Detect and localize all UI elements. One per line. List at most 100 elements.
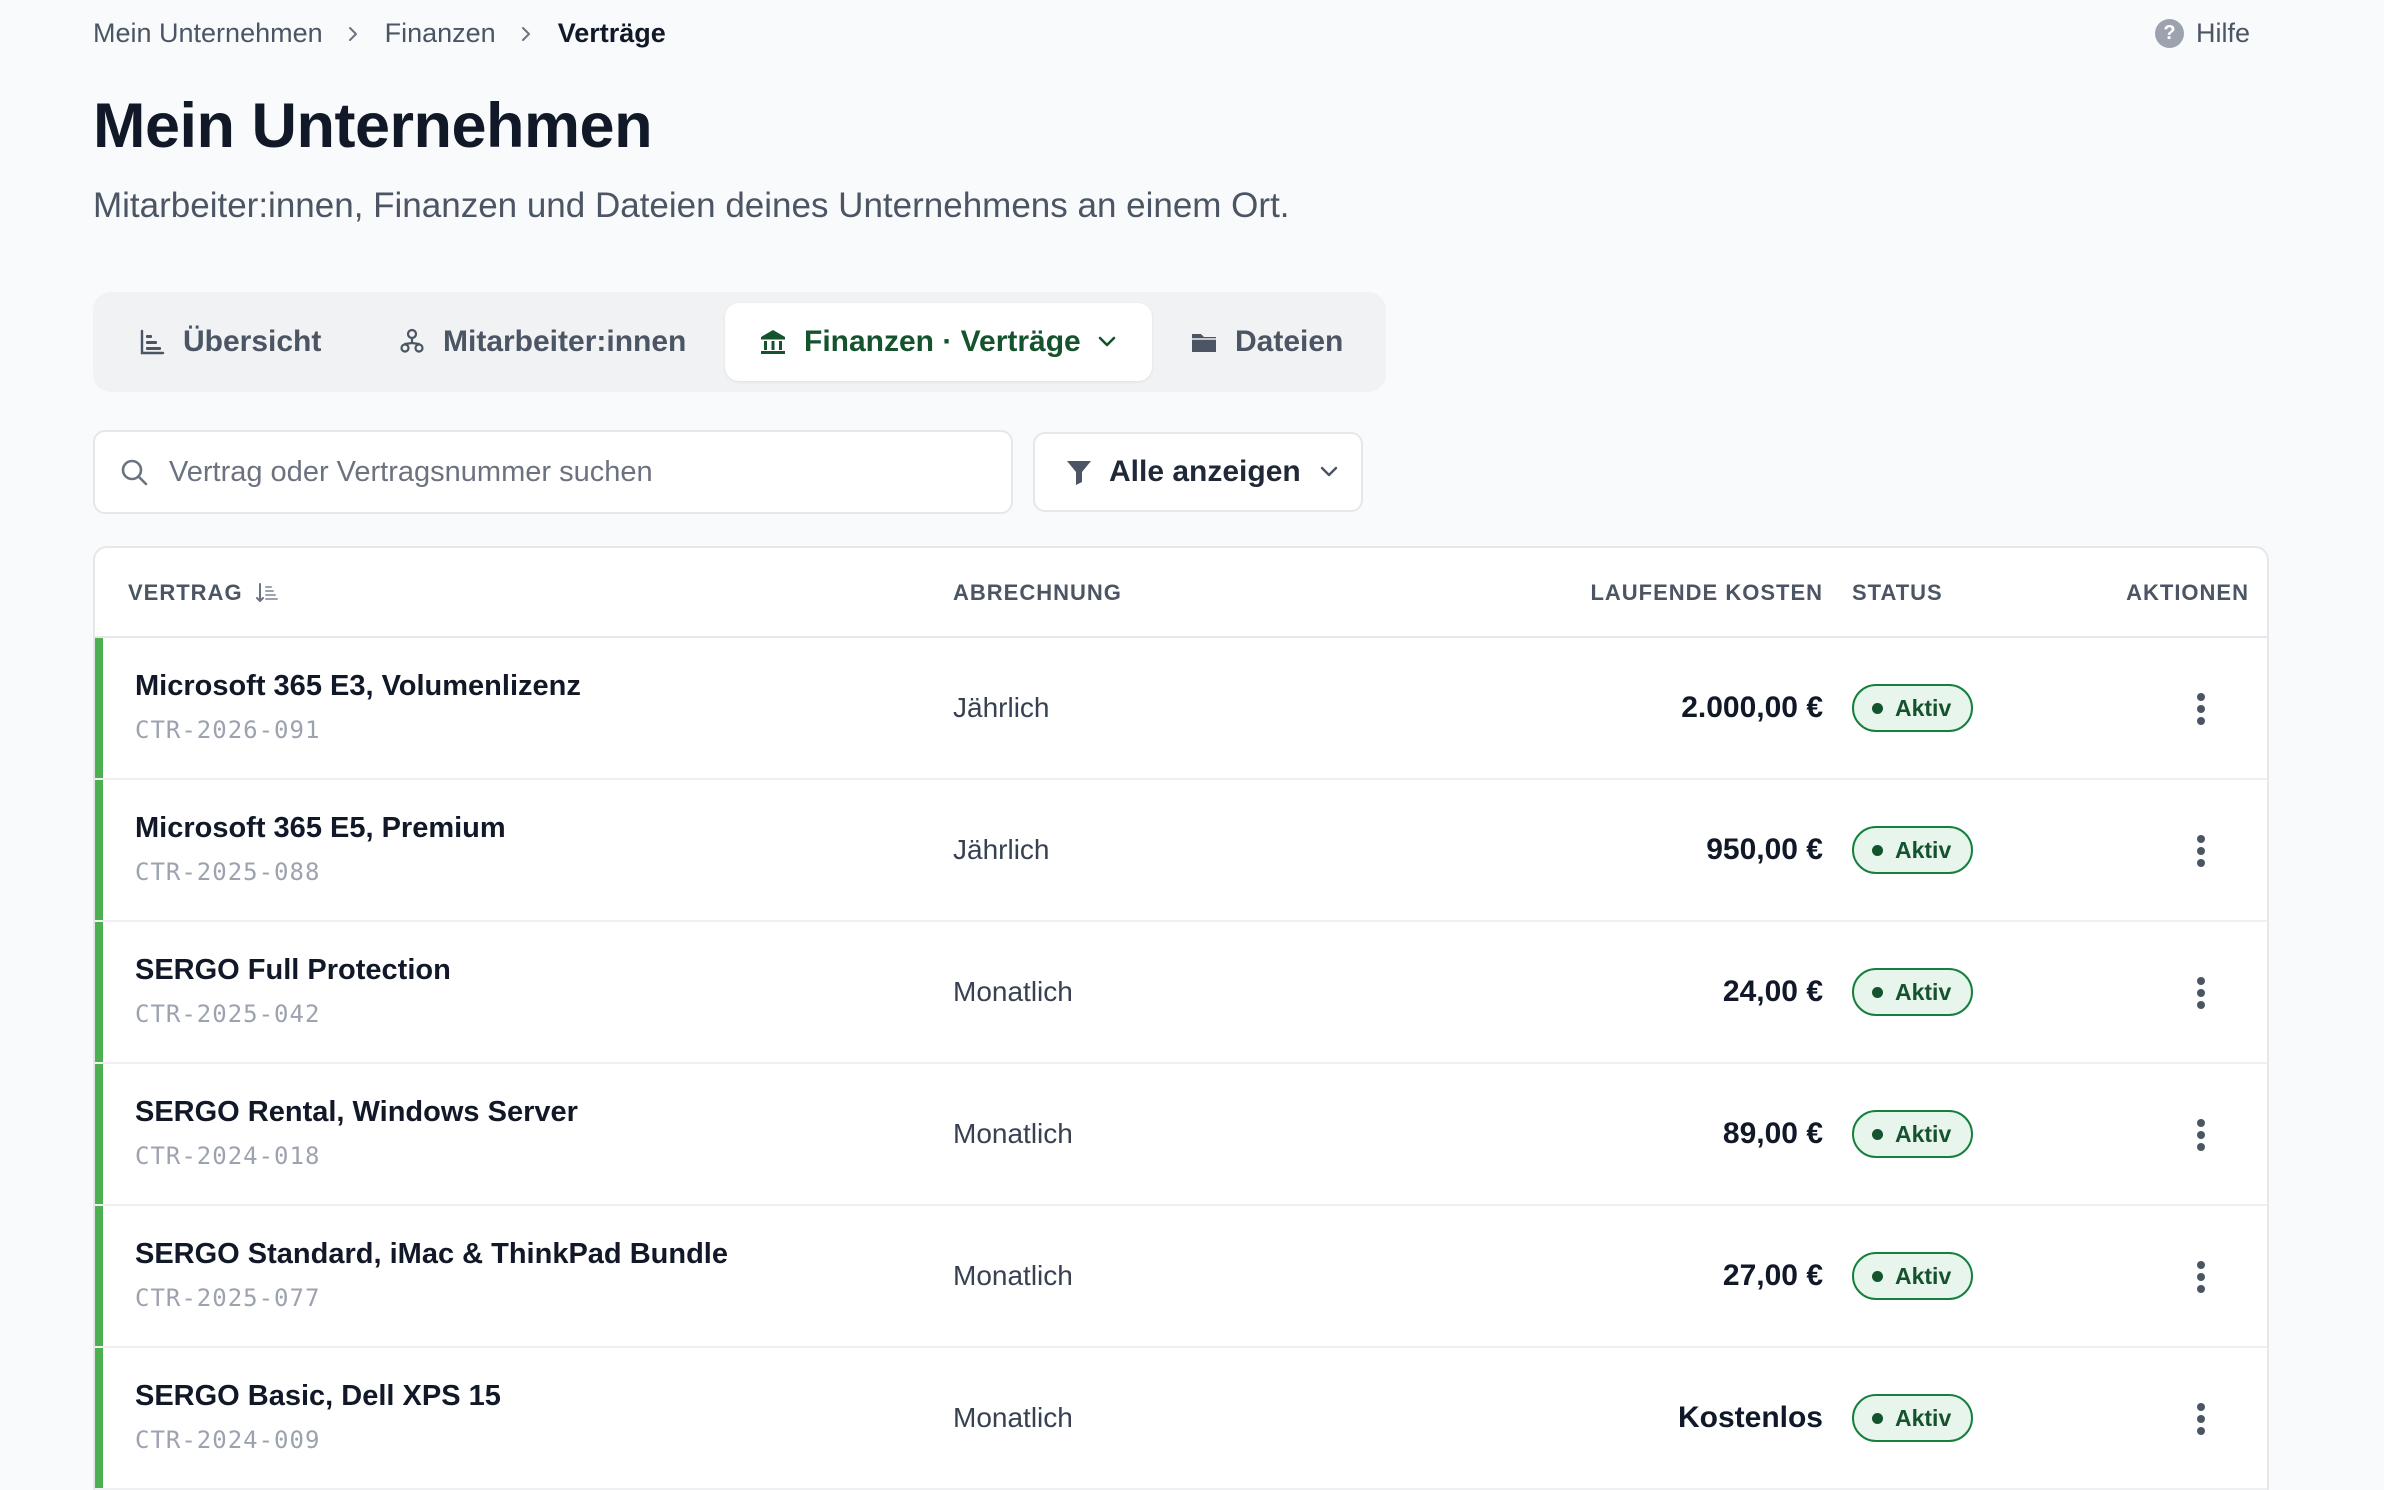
kebab-menu-icon: [2197, 1261, 2205, 1293]
help-link[interactable]: ? Hilfe: [2154, 18, 2250, 49]
more-actions-button[interactable]: [2179, 1397, 2223, 1441]
more-actions-button[interactable]: [2179, 971, 2223, 1015]
sort-icon: [255, 581, 279, 605]
table-row[interactable]: SERGO Basic, Dell XPS 15 CTR-2024-009 Mo…: [95, 1348, 2267, 1490]
status-badge: Aktiv: [1852, 1110, 1974, 1158]
row-status-bar: [95, 922, 103, 1062]
tab-finance-contracts-label: Finanzen · Verträge: [804, 325, 1081, 358]
contract-name: SERGO Standard, iMac & ThinkPad Bundle: [135, 1238, 728, 1270]
row-status-bar: [95, 780, 103, 920]
table-header: VERTRAG ABRECHNUNG LAUFENDE KOSTEN STATU…: [95, 548, 2267, 638]
table-row[interactable]: Microsoft 365 E3, Volumenlizenz CTR-2026…: [95, 638, 2267, 780]
kebab-menu-icon: [2197, 1119, 2205, 1151]
row-status-bar: [95, 1348, 103, 1488]
search-input[interactable]: [169, 455, 989, 489]
chart-bar-icon: [137, 327, 167, 357]
search-icon: [119, 457, 149, 487]
billing-interval: Jährlich: [953, 692, 1050, 723]
contract-number: CTR-2024-009: [135, 1426, 321, 1454]
filter-icon: [1065, 458, 1093, 486]
contract-number: CTR-2025-088: [135, 858, 321, 886]
more-actions-button[interactable]: [2179, 1255, 2223, 1299]
filter-dropdown[interactable]: Alle anzeigen: [1033, 432, 1363, 512]
tab-finance-contracts[interactable]: Finanzen · Verträge: [725, 303, 1152, 381]
status-badge: Aktiv: [1852, 826, 1974, 874]
contract-name: SERGO Rental, Windows Server: [135, 1096, 578, 1128]
status-badge: Aktiv: [1852, 1394, 1974, 1442]
column-header-contract[interactable]: VERTRAG: [128, 580, 279, 606]
row-status-bar: [95, 1206, 103, 1346]
tab-overview[interactable]: Übersicht: [137, 303, 321, 381]
tab-employees-label: Mitarbeiter:innen: [443, 325, 687, 358]
billing-interval: Monatlich: [953, 1260, 1073, 1291]
more-actions-button[interactable]: [2179, 1113, 2223, 1157]
breadcrumb-current: Verträge: [557, 18, 666, 48]
more-actions-button[interactable]: [2179, 829, 2223, 873]
kebab-menu-icon: [2197, 977, 2205, 1009]
contract-number: CTR-2025-042: [135, 1000, 321, 1028]
bank-icon: [758, 327, 788, 357]
status-dot-icon: [1872, 1412, 1883, 1424]
table-row[interactable]: SERGO Rental, Windows Server CTR-2024-01…: [95, 1064, 2267, 1206]
chevron-down-icon: [1317, 460, 1341, 484]
contract-name: SERGO Full Protection: [135, 954, 451, 986]
contract-number: CTR-2025-077: [135, 1284, 321, 1312]
chevron-down-icon: [1095, 330, 1119, 354]
running-cost: 89,00 €: [1722, 1117, 1823, 1150]
tab-bar: Übersicht Mitarbeiter:innen Finanzen · V…: [93, 292, 1386, 392]
billing-interval: Jährlich: [953, 834, 1050, 865]
chevron-right-icon: [516, 24, 536, 44]
contract-name: SERGO Basic, Dell XPS 15: [135, 1380, 501, 1412]
help-icon: ?: [2154, 19, 2184, 48]
running-cost: 2.000,00 €: [1681, 691, 1823, 724]
table-row[interactable]: SERGO Standard, iMac & ThinkPad Bundle C…: [95, 1206, 2267, 1348]
tab-files[interactable]: Dateien: [1189, 303, 1343, 381]
status-dot-icon: [1872, 986, 1883, 998]
running-cost: 950,00 €: [1706, 833, 1823, 866]
column-header-cost: LAUFENDE KOSTEN: [1590, 580, 1823, 605]
column-header-status: STATUS: [1852, 580, 1943, 605]
running-cost: Kostenlos: [1677, 1401, 1823, 1434]
contract-number: CTR-2024-018: [135, 1142, 321, 1170]
tab-overview-label: Übersicht: [183, 325, 322, 358]
kebab-menu-icon: [2197, 1403, 2205, 1435]
breadcrumb: Mein Unternehmen Finanzen Verträge: [93, 18, 666, 49]
search-box: [93, 430, 1013, 514]
contract-name: Microsoft 365 E5, Premium: [135, 812, 506, 844]
more-actions-button[interactable]: [2179, 687, 2223, 731]
kebab-menu-icon: [2197, 693, 2205, 725]
row-status-bar: [95, 1064, 103, 1204]
table-row[interactable]: Microsoft 365 E5, Premium CTR-2025-088 J…: [95, 780, 2267, 922]
kebab-menu-icon: [2197, 835, 2205, 867]
people-icon: [397, 327, 427, 357]
status-badge: Aktiv: [1852, 1252, 1974, 1300]
column-header-actions: AKTIONEN: [2126, 580, 2249, 605]
help-label: Hilfe: [2195, 18, 2250, 48]
contract-name: Microsoft 365 E3, Volumenlizenz: [135, 670, 581, 702]
breadcrumb-item-company[interactable]: Mein Unternehmen: [93, 18, 323, 49]
tab-files-label: Dateien: [1235, 325, 1344, 358]
status-dot-icon: [1872, 844, 1883, 856]
contract-number: CTR-2026-091: [135, 716, 321, 744]
status-dot-icon: [1872, 702, 1883, 714]
status-badge: Aktiv: [1852, 684, 1974, 732]
tab-employees[interactable]: Mitarbeiter:innen: [397, 303, 686, 381]
status-dot-icon: [1872, 1128, 1883, 1140]
page-subtitle: Mitarbeiter:innen, Finanzen und Dateien …: [93, 186, 1290, 225]
billing-interval: Monatlich: [953, 976, 1073, 1007]
status-badge: Aktiv: [1852, 968, 1974, 1016]
row-status-bar: [95, 638, 103, 778]
column-header-billing: ABRECHNUNG: [953, 580, 1122, 605]
running-cost: 24,00 €: [1722, 975, 1823, 1008]
breadcrumb-item-finance[interactable]: Finanzen: [385, 18, 496, 49]
chevron-right-icon: [343, 24, 363, 44]
status-dot-icon: [1872, 1270, 1883, 1282]
billing-interval: Monatlich: [953, 1118, 1073, 1149]
running-cost: 27,00 €: [1722, 1259, 1823, 1292]
billing-interval: Monatlich: [953, 1402, 1073, 1433]
table-row[interactable]: SERGO Full Protection CTR-2025-042 Monat…: [95, 922, 2267, 1064]
page-title: Mein Unternehmen: [93, 91, 653, 161]
filter-label: Alle anzeigen: [1109, 455, 1301, 488]
folder-icon: [1189, 327, 1219, 357]
contracts-table: VERTRAG ABRECHNUNG LAUFENDE KOSTEN STATU…: [93, 546, 2269, 1490]
